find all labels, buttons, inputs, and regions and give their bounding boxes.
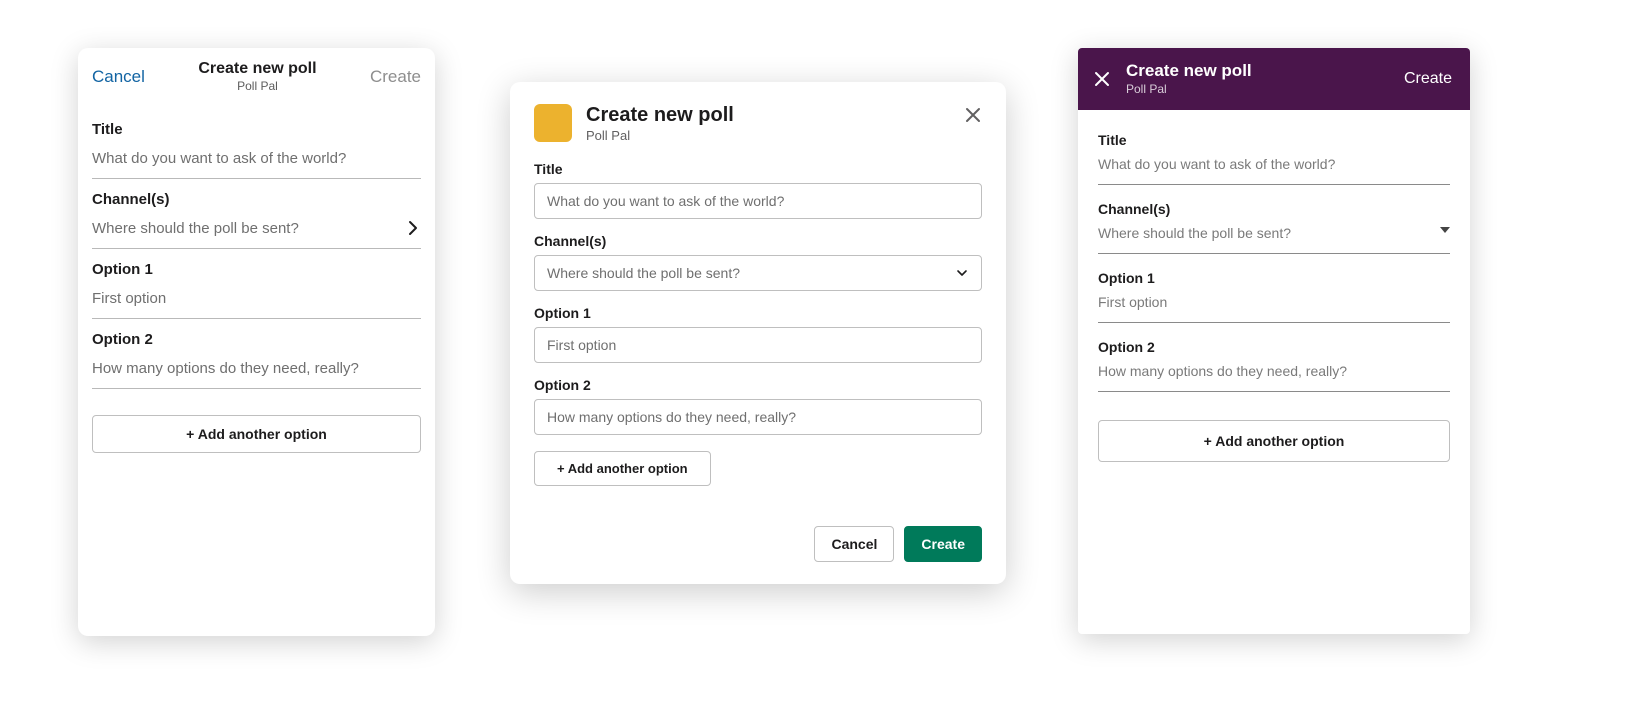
close-icon[interactable] bbox=[1092, 69, 1112, 89]
desktop-header: Create new poll Poll Pal bbox=[534, 104, 982, 143]
chevron-down-icon bbox=[955, 266, 969, 280]
modal-title: Create new poll bbox=[145, 60, 370, 78]
cancel-button[interactable]: Cancel bbox=[814, 526, 894, 562]
channels-label: Channel(s) bbox=[534, 233, 982, 249]
create-button[interactable]: Create bbox=[370, 67, 421, 87]
ios-title-wrap: Create new poll Poll Pal bbox=[145, 60, 370, 93]
option2-label: Option 2 bbox=[534, 377, 982, 393]
modal-title: Create new poll bbox=[586, 104, 950, 126]
desktop-modal: Create new poll Poll Pal Title Channel(s… bbox=[510, 82, 1006, 584]
title-field bbox=[92, 144, 421, 179]
option1-input[interactable] bbox=[534, 327, 982, 363]
channels-placeholder: Where should the poll be sent? bbox=[547, 265, 740, 281]
modal-title: Create new poll bbox=[1126, 62, 1404, 81]
add-option-button[interactable]: + Add another option bbox=[534, 451, 711, 486]
caret-down-icon bbox=[1440, 227, 1450, 233]
android-body: Title Channel(s) Option 1 Option 2 + Add… bbox=[1078, 110, 1470, 462]
option1-label: Option 1 bbox=[534, 305, 982, 321]
title-input[interactable] bbox=[534, 183, 982, 219]
option1-field bbox=[1098, 290, 1450, 323]
option1-input[interactable] bbox=[1098, 294, 1450, 310]
chevron-right-icon bbox=[405, 220, 421, 236]
channels-field[interactable] bbox=[92, 214, 421, 249]
app-name: Poll Pal bbox=[586, 128, 950, 143]
title-field bbox=[1098, 152, 1450, 185]
close-icon[interactable] bbox=[964, 106, 982, 124]
ios-body: Title Channel(s) Option 1 Option 2 + Add… bbox=[78, 99, 435, 453]
option1-input[interactable] bbox=[92, 290, 421, 307]
android-title-wrap: Create new poll Poll Pal bbox=[1126, 62, 1404, 96]
app-name: Poll Pal bbox=[145, 79, 370, 93]
option1-label: Option 1 bbox=[1098, 270, 1450, 286]
android-header: Create new poll Poll Pal Create bbox=[1078, 48, 1470, 110]
channels-label: Channel(s) bbox=[1098, 201, 1450, 217]
create-button[interactable]: Create bbox=[1404, 70, 1452, 88]
option1-field bbox=[92, 284, 421, 319]
title-input[interactable] bbox=[1098, 156, 1450, 172]
option2-input[interactable] bbox=[1098, 363, 1450, 379]
desktop-footer: Cancel Create bbox=[534, 526, 982, 562]
add-option-button[interactable]: + Add another option bbox=[1098, 420, 1450, 462]
title-label: Title bbox=[534, 161, 982, 177]
channels-select[interactable]: Where should the poll be sent? bbox=[534, 255, 982, 291]
option2-field bbox=[92, 354, 421, 389]
app-icon bbox=[534, 104, 572, 142]
option1-label: Option 1 bbox=[92, 261, 421, 278]
cancel-button[interactable]: Cancel bbox=[92, 67, 145, 87]
add-option-button[interactable]: + Add another option bbox=[92, 415, 421, 453]
channels-select[interactable] bbox=[1098, 225, 1450, 241]
ios-modal: Cancel Create new poll Poll Pal Create T… bbox=[78, 48, 435, 636]
create-button[interactable]: Create bbox=[904, 526, 982, 562]
android-modal: Create new poll Poll Pal Create Title Ch… bbox=[1078, 48, 1470, 634]
channels-select[interactable] bbox=[92, 220, 421, 237]
ios-header: Cancel Create new poll Poll Pal Create bbox=[78, 48, 435, 99]
channels-label: Channel(s) bbox=[92, 191, 421, 208]
channels-field[interactable] bbox=[1098, 221, 1450, 254]
app-name: Poll Pal bbox=[1126, 82, 1404, 96]
option2-input[interactable] bbox=[92, 360, 421, 377]
desktop-title-wrap: Create new poll Poll Pal bbox=[586, 104, 950, 143]
title-input[interactable] bbox=[92, 150, 421, 167]
option2-label: Option 2 bbox=[92, 331, 421, 348]
title-label: Title bbox=[1098, 132, 1450, 148]
title-label: Title bbox=[92, 121, 421, 138]
option2-field bbox=[1098, 359, 1450, 392]
option2-input[interactable] bbox=[534, 399, 982, 435]
option2-label: Option 2 bbox=[1098, 339, 1450, 355]
